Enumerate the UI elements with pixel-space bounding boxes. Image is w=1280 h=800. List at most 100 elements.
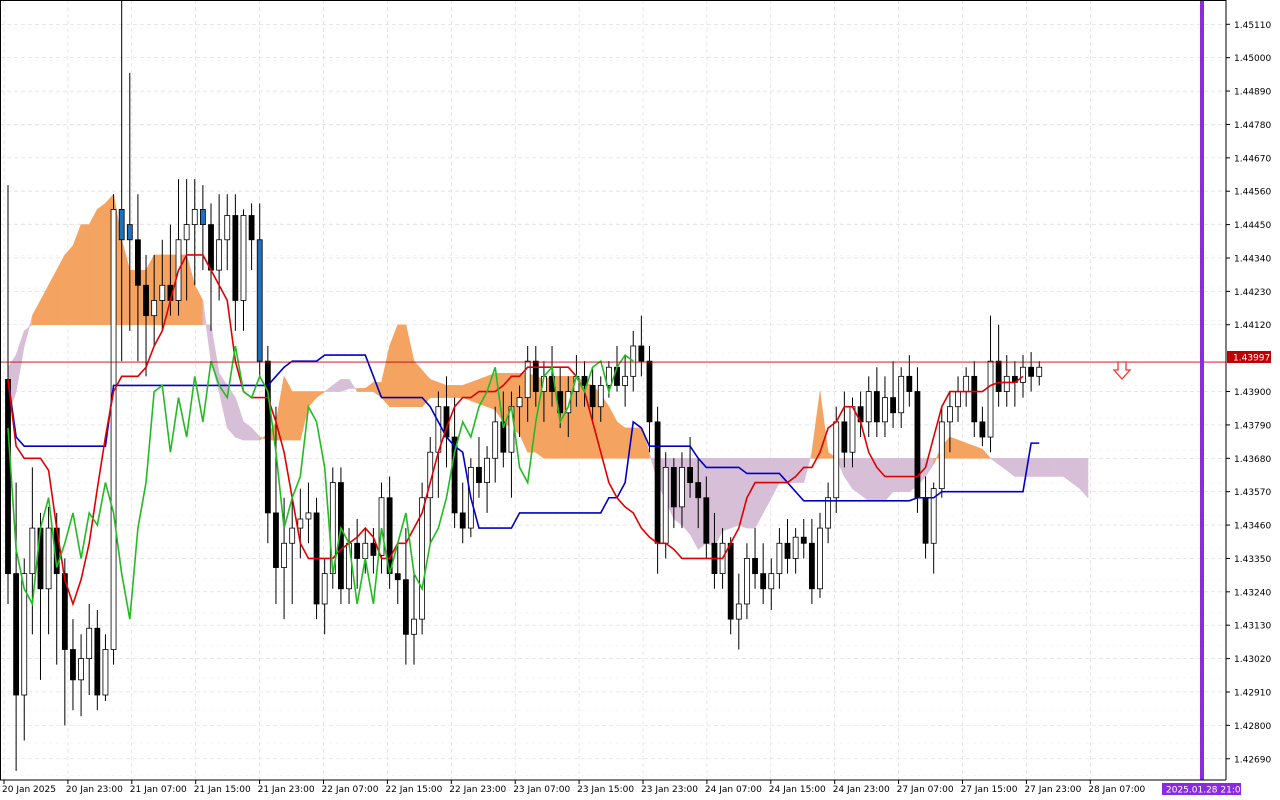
candle-body (240, 215, 247, 301)
candle-body (78, 658, 84, 681)
time-tick-label: 23 Jan 23:00 (641, 785, 698, 795)
candle-body (321, 573, 328, 605)
plot-background (0, 0, 1226, 780)
price-tick-label: 1.44230 (1234, 288, 1271, 298)
candle-body (776, 542, 783, 575)
price-axis[interactable]: 1.45110 1.45000 1.44890 1.44780 1.44670 1.445… (1226, 21, 1271, 765)
candle-body (882, 397, 888, 423)
kumo-bear-segment (1055, 457, 1064, 477)
candle-body (865, 391, 872, 423)
kumo-bear-segment (722, 457, 731, 532)
kumo-bull-segment (291, 391, 301, 441)
candle-body (703, 497, 710, 544)
time-tick-label: 27 Jan 15:00 (961, 785, 1018, 795)
candle-body (305, 512, 312, 520)
candle-body (963, 375, 970, 392)
candle-body (143, 284, 149, 317)
kumo-bear-segment (1038, 457, 1048, 477)
price-tick-label: 1.42800 (1234, 722, 1271, 732)
time-tick-label: 24 Jan 07:00 (705, 785, 762, 795)
candle-body (597, 385, 604, 408)
kumo-bear-segment (892, 457, 902, 492)
kumo-bull-segment (97, 202, 106, 326)
price-tick-label: 1.43130 (1234, 622, 1271, 632)
kumo-bull-segment (965, 442, 975, 459)
price-tick-label: 1.42910 (1234, 688, 1271, 698)
candle-body (256, 239, 263, 362)
price-tick-label: 1.43900 (1234, 388, 1271, 398)
candle-body (346, 542, 352, 590)
candle-body (979, 421, 986, 438)
price-tick-label: 1.44450 (1234, 221, 1271, 231)
kumo-bear-segment (714, 457, 723, 547)
candle-body (199, 209, 206, 225)
chart[interactable]: 1.45110 1.45000 1.44890 1.44780 1.44670 1.445… (0, 0, 1280, 800)
kumo-bear-segment (795, 457, 805, 483)
price-tick-label: 1.44340 (1234, 254, 1271, 264)
kumo-bear-segment (1047, 457, 1056, 477)
candle-body (841, 421, 848, 453)
price-tick-label: 1.42690 (1234, 755, 1271, 765)
candle-body (459, 512, 466, 529)
candle-body (232, 215, 239, 301)
candle-body (135, 239, 141, 286)
kumo-bear-segment (852, 457, 861, 496)
candle-body (670, 466, 677, 508)
kumo-bull-segment (632, 427, 642, 459)
candle-body (938, 421, 945, 490)
time-tick-label: 24 Jan 15:00 (769, 785, 826, 795)
kumo-bull-segment (64, 245, 74, 326)
candle-body (654, 421, 661, 544)
kumo-bear-segment (1030, 457, 1040, 477)
candle-body (289, 527, 296, 544)
candle-body (1020, 366, 1026, 383)
candle-body (94, 627, 101, 696)
candle-body (873, 391, 880, 423)
candle-body (833, 421, 840, 499)
kumo-bull-segment (429, 378, 439, 398)
kumo-bear-segment (860, 457, 870, 502)
candle-body (890, 397, 896, 414)
candle-body (1028, 366, 1035, 377)
price-tick-label: 1.43240 (1234, 588, 1271, 598)
candle-body (224, 215, 231, 241)
candle-body (281, 542, 287, 568)
candle-body (784, 542, 791, 559)
candle-body (248, 215, 255, 241)
price-tick-label: 1.45000 (1234, 54, 1271, 64)
candle-body (817, 527, 823, 590)
candle-body (126, 224, 133, 241)
kumo-bear-segment (900, 457, 910, 492)
candle-body (662, 466, 669, 544)
candle-body (971, 375, 978, 423)
time-tick-label: 23 Jan 15:00 (577, 785, 634, 795)
time-tick-label: 20 Jan 2025 (2, 785, 56, 795)
price-tick-label: 1.44120 (1234, 321, 1271, 331)
time-tick-label: 21 Jan 07:00 (130, 785, 187, 795)
candle-body (29, 527, 36, 575)
candle-body (86, 627, 93, 659)
candle-body (411, 618, 417, 635)
candle[interactable] (110, 194, 117, 665)
candle-body (297, 518, 304, 529)
candle-body (1003, 375, 1010, 392)
time-tick-label: 20 Jan 23:00 (66, 785, 123, 795)
candle-body (955, 391, 961, 408)
candle-body (922, 497, 929, 544)
price-tick-label: 1.43790 (1234, 421, 1271, 431)
candle-body (492, 421, 499, 459)
price-tick-label: 1.43570 (1234, 488, 1271, 498)
candle-body (679, 466, 685, 508)
candle-body (914, 391, 921, 499)
price-tick-label: 1.44890 (1234, 88, 1271, 98)
candle-body (695, 482, 702, 499)
candle-body (687, 466, 693, 483)
time-tick-label: 24 Jan 23:00 (833, 785, 890, 795)
candle-body (45, 527, 52, 590)
candle-body (183, 224, 190, 241)
candle-body (476, 466, 482, 483)
kumo-bull-segment (80, 224, 90, 326)
candle-body (792, 536, 799, 559)
candle-body (13, 573, 20, 696)
time-axis[interactable]: 20 Jan 2025 20 Jan 23:00 21 Jan 07:00 21 Ja… (2, 780, 1146, 795)
